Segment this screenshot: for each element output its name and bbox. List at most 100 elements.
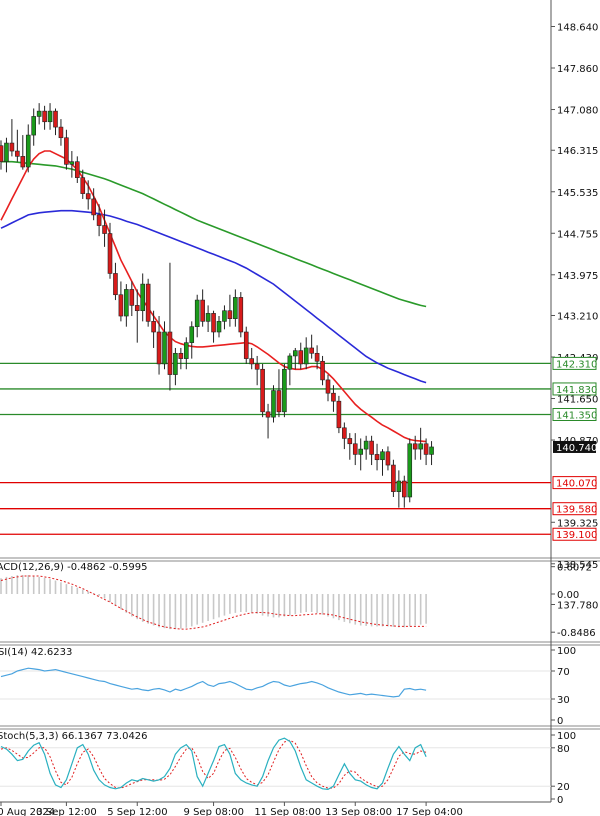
- candle-body: [347, 438, 353, 445]
- rsi-pane[interactable]: [0, 667, 551, 700]
- candle-body: [9, 142, 15, 152]
- candle-body: [156, 331, 162, 365]
- candle-body: [53, 110, 58, 128]
- candle-body: [418, 443, 423, 450]
- candle-body: [292, 350, 298, 357]
- rsi-label: RSI(14) 42.6233: [0, 647, 72, 658]
- rsi-tick-label: 30: [557, 695, 570, 706]
- time-tick-label: 17 Sep 04:00: [396, 807, 463, 816]
- time-tick-label: 9 Sep 08:00: [184, 807, 244, 816]
- candle-body: [36, 110, 42, 117]
- candle-body: [249, 358, 254, 365]
- candle-body: [271, 390, 276, 418]
- candle-body: [396, 480, 402, 492]
- candle-body: [4, 142, 9, 162]
- candle-body: [314, 352, 320, 362]
- candle-body: [227, 310, 233, 319]
- candle-body: [336, 400, 342, 429]
- candle-body: [391, 464, 396, 492]
- price-tick-label: 147.860: [557, 64, 598, 75]
- stoch-tick-label: 20: [557, 782, 570, 793]
- time-tick-label: 5 Sep 12:00: [107, 807, 167, 816]
- candle-body: [200, 299, 205, 322]
- candle-body: [107, 233, 113, 274]
- candle-body: [352, 443, 358, 455]
- candle-body: [151, 321, 156, 333]
- candle-body: [243, 331, 249, 359]
- level-label: 139.100: [556, 530, 597, 541]
- candle-body: [194, 299, 200, 327]
- candle-body: [31, 116, 37, 136]
- candle-body: [85, 193, 91, 200]
- price-tick-label: 144.755: [557, 229, 598, 240]
- candle-body: [385, 451, 391, 466]
- candle-body: [222, 310, 227, 322]
- macd-pane[interactable]: [0, 575, 427, 630]
- candle-body: [260, 368, 265, 413]
- candle-body: [25, 134, 31, 168]
- candle-body: [265, 411, 271, 418]
- level-label: 141.830: [556, 385, 597, 396]
- rsi-tick-label: 0: [557, 716, 563, 727]
- candle-body: [331, 392, 336, 402]
- time-axis: 30 Aug 20243 Sep 12:005 Sep 12:009 Sep 0…: [0, 802, 463, 816]
- stoch-tick-label: 80: [557, 744, 570, 755]
- price-tick-label: 147.080: [557, 106, 598, 117]
- candle-body: [380, 451, 385, 461]
- macd-label: MACD(12,26,9) -0.4862 -0.5995: [0, 562, 148, 573]
- candle-body: [320, 360, 325, 381]
- price-tick-label: 137.780: [557, 601, 598, 612]
- ma-slow-line: [1, 160, 427, 308]
- main-price-pane[interactable]: [0, 103, 551, 535]
- candle-body: [254, 363, 260, 370]
- candle-body: [401, 480, 407, 498]
- candle-body: [233, 297, 238, 319]
- candle-body: [276, 390, 282, 413]
- stoch-pane[interactable]: [0, 737, 551, 791]
- price-tick-label: 143.975: [557, 271, 598, 282]
- candle-body: [0, 145, 4, 162]
- price-axis: 148.640 147.860 147.080 146.315 145.535 144.7…: [551, 23, 598, 806]
- stoch-tick-label: 100: [557, 731, 576, 742]
- candle-body: [75, 161, 80, 178]
- candle-body: [369, 440, 374, 455]
- candle-body: [412, 443, 418, 450]
- candle-body: [91, 198, 96, 216]
- candle-body: [69, 161, 75, 165]
- candle-body: [429, 446, 434, 455]
- candle-body: [309, 347, 314, 354]
- candle-body: [173, 352, 178, 375]
- candle-body: [134, 305, 140, 312]
- candle-body: [303, 347, 309, 365]
- price-tick-label: 145.535: [557, 188, 598, 199]
- candle-body: [298, 350, 304, 365]
- price-tick-label: 143.210: [557, 312, 598, 323]
- rsi-tick-label: 100: [557, 646, 576, 657]
- candle-body: [342, 427, 347, 439]
- candle-body: [47, 110, 53, 123]
- candle-body: [363, 440, 369, 450]
- candle-body: [162, 331, 167, 365]
- candle-body: [20, 156, 26, 168]
- macd-tick-label: 0.00: [557, 590, 579, 601]
- trading-chart[interactable]: 148.640 147.860 147.080 146.315 145.535 144.7…: [0, 0, 600, 816]
- ma-mid-line: [0, 209, 427, 384]
- candle-body: [96, 214, 102, 226]
- candle-body: [216, 321, 222, 333]
- candle-body: [184, 342, 189, 359]
- candle-body: [113, 273, 118, 296]
- candle-body: [358, 448, 364, 455]
- candle-body: [178, 352, 184, 359]
- candle-body: [205, 313, 211, 322]
- candle-body: [129, 289, 135, 306]
- candle-body: [287, 355, 293, 370]
- candle-body: [124, 289, 129, 317]
- rsi-tick-label: 70: [557, 667, 570, 678]
- level-label: 141.350: [556, 410, 597, 421]
- candle-body: [167, 331, 173, 375]
- time-tick-label: 11 Sep 08:00: [254, 807, 321, 816]
- time-tick-label: 13 Sep 08:00: [325, 807, 392, 816]
- price-tick-label: 148.640: [557, 23, 598, 34]
- candle-body: [238, 297, 244, 333]
- candle-body: [407, 443, 413, 498]
